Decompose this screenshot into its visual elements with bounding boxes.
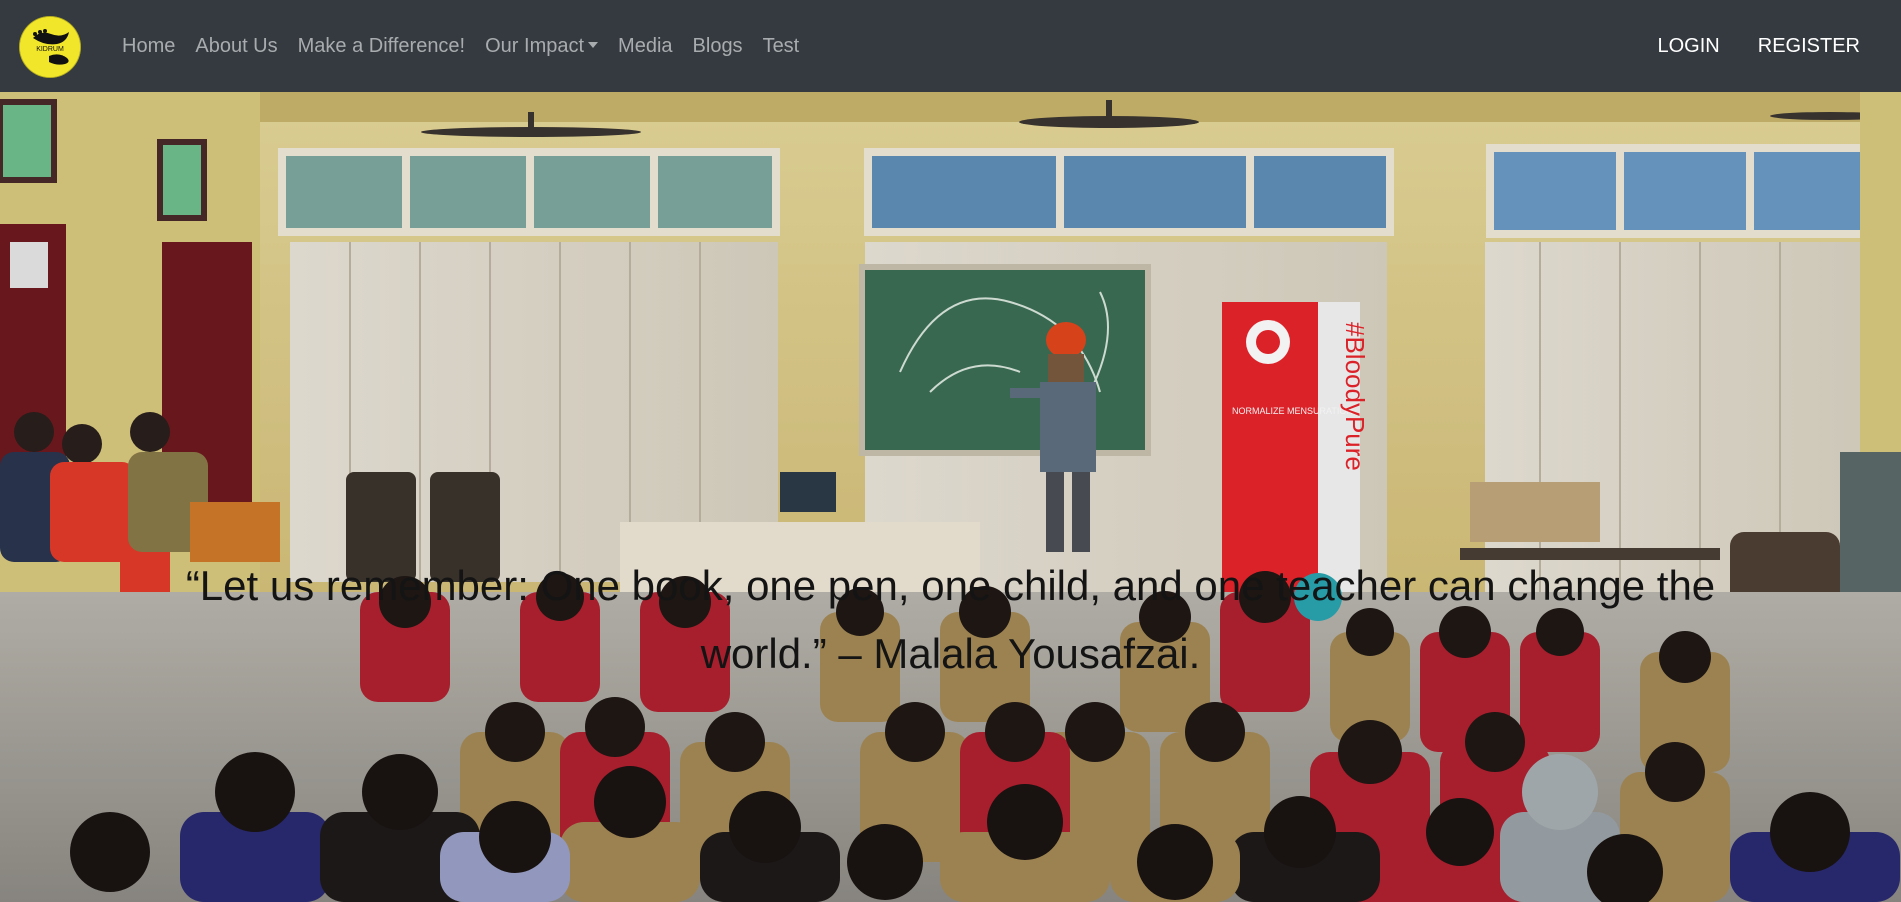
nav-blogs[interactable]: Blogs [683,35,753,58]
nav-test[interactable]: Test [753,35,810,58]
chevron-down-icon [588,42,599,48]
nav-make-a-difference[interactable]: Make a Difference! [288,35,476,58]
nav-our-impact-dropdown[interactable]: Our Impact [475,35,608,58]
logo-text: KIDRUM [36,46,64,53]
main-nav: Home About Us Make a Difference! Our Imp… [112,0,809,92]
nav-media[interactable]: Media [608,35,682,58]
hero-banner: NORMALIZE MENSURATION #BloodyPure [0,92,1901,902]
nav-about-us[interactable]: About Us [185,35,287,58]
nav-home[interactable]: Home [112,35,185,58]
login-link[interactable]: LOGIN [1639,35,1739,58]
nav-our-impact-label: Our Impact [485,34,585,57]
top-navbar: KIDRUM Home About Us Make a Difference! … [0,0,1901,92]
footprint-logo-icon: KIDRUM [20,17,80,77]
auth-nav: LOGIN REGISTER [1639,0,1880,92]
brand-logo[interactable]: KIDRUM [19,16,81,78]
classroom-photo: NORMALIZE MENSURATION #BloodyPure [0,92,1901,902]
hero-quote: “Let us remember: One book, one pen, one… [185,562,1716,677]
register-link[interactable]: REGISTER [1739,35,1879,58]
